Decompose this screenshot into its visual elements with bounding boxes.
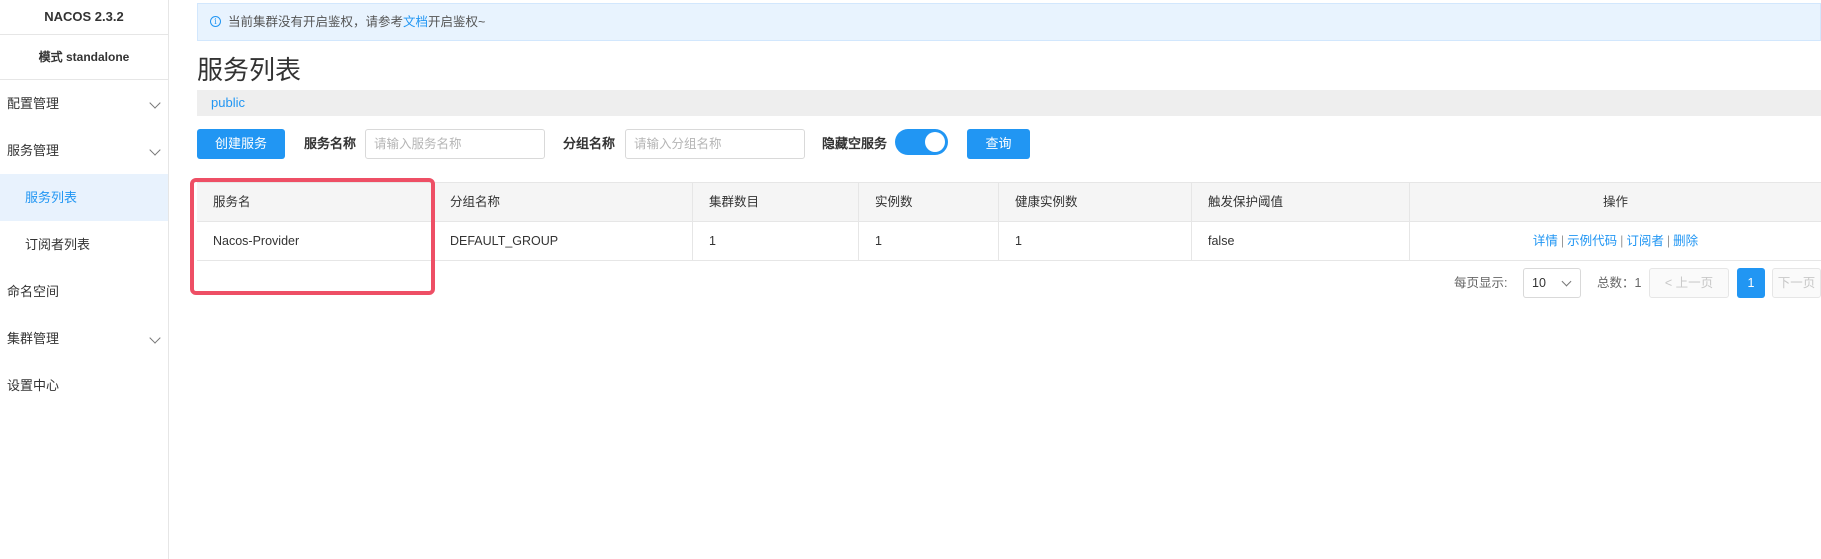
header-instance-count: 实例数 bbox=[858, 183, 998, 222]
sidebar-item-label: 服务管理 bbox=[7, 143, 60, 158]
create-service-button[interactable]: 创建服务 bbox=[197, 129, 285, 159]
chevron-down-icon bbox=[149, 97, 161, 109]
cell-service-name: Nacos-Provider bbox=[213, 234, 300, 248]
service-table: 服务名 分组名称 集群数目 实例数 健康实例数 触发保护阈值 操作 Nacos-… bbox=[197, 182, 1821, 261]
main-content: i 当前集群没有开启鉴权，请参考文档开启鉴权~ 服务列表 public 创建服务 … bbox=[190, 0, 1821, 559]
chevron-down-icon bbox=[1561, 276, 1572, 287]
sidebar-item-label: 配置管理 bbox=[7, 96, 60, 111]
cell-healthy-count: 1 bbox=[998, 222, 1191, 261]
page-1-button[interactable]: 1 bbox=[1737, 268, 1765, 298]
action-separator: | bbox=[1620, 234, 1624, 248]
search-toolbar: 创建服务 服务名称 分组名称 隐藏空服务 查询 bbox=[197, 129, 1197, 159]
hide-empty-label: 隐藏空服务 bbox=[822, 136, 888, 151]
sample-code-link[interactable]: 示例代码 bbox=[1567, 234, 1617, 248]
sidebar-item-service-list[interactable]: 服务列表 bbox=[0, 174, 168, 221]
header-cluster-count: 集群数目 bbox=[692, 183, 858, 222]
service-name-input[interactable] bbox=[365, 129, 545, 159]
sidebar-item-settings[interactable]: 设置中心 bbox=[0, 362, 168, 409]
prev-page-button[interactable]: < 上一页 bbox=[1649, 268, 1729, 298]
next-page-button[interactable]: 下一页 bbox=[1772, 268, 1821, 298]
cell-group-name: DEFAULT_GROUP bbox=[433, 222, 692, 261]
cell-actions: 详情 | 示例代码 | 订阅者 | 删除 bbox=[1409, 222, 1821, 261]
auth-notice: i 当前集群没有开启鉴权，请参考文档开启鉴权~ bbox=[197, 3, 1821, 41]
header-healthy-count: 健康实例数 bbox=[998, 183, 1191, 222]
header-group-name: 分组名称 bbox=[433, 183, 692, 222]
sidebar-item-cluster-management[interactable]: 集群管理 bbox=[0, 315, 168, 362]
sidebar-item-label: 集群管理 bbox=[7, 331, 60, 346]
total-count: 总数：1 bbox=[1597, 276, 1642, 290]
cell-cluster-count: 1 bbox=[692, 222, 858, 261]
sidebar-item-namespace[interactable]: 命名空间 bbox=[0, 268, 168, 315]
delete-link[interactable]: 删除 bbox=[1673, 234, 1698, 248]
chevron-down-icon bbox=[149, 332, 161, 344]
cell-protect-threshold: false bbox=[1191, 222, 1409, 261]
page-title: 服务列表 bbox=[197, 55, 302, 85]
group-name-input[interactable] bbox=[625, 129, 805, 159]
docs-link[interactable]: 文档 bbox=[403, 15, 428, 29]
sidebar-item-subscriber-list[interactable]: 订阅者列表 bbox=[0, 221, 168, 268]
table-row: Nacos-Provider DEFAULT_GROUP 1 1 1 false… bbox=[197, 222, 1821, 261]
per-page-label: 每页显示: bbox=[1454, 276, 1508, 290]
namespace-public[interactable]: public bbox=[211, 95, 245, 110]
info-icon: i bbox=[210, 16, 221, 28]
header-protect-threshold: 触发保护阈值 bbox=[1191, 183, 1409, 222]
sidebar: NACOS 2.3.2 模式 standalone 配置管理 服务管理 服务列表… bbox=[0, 0, 169, 559]
sidebar-item-label: 订阅者列表 bbox=[25, 237, 91, 252]
header-service-name: 服务名 bbox=[213, 195, 251, 209]
sidebar-item-service-management[interactable]: 服务管理 bbox=[0, 127, 168, 174]
namespace-bar: public bbox=[197, 90, 1821, 116]
action-separator: | bbox=[1666, 234, 1671, 248]
sidebar-item-label: 命名空间 bbox=[7, 284, 60, 299]
per-page-select[interactable]: 10 bbox=[1523, 268, 1581, 298]
header-actions: 操作 bbox=[1409, 183, 1821, 222]
query-button[interactable]: 查询 bbox=[967, 129, 1030, 159]
mode-label: 模式 standalone bbox=[0, 35, 168, 80]
hide-empty-toggle[interactable] bbox=[895, 129, 948, 155]
toggle-knob bbox=[925, 132, 945, 152]
group-name-label: 分组名称 bbox=[563, 136, 616, 151]
chevron-down-icon bbox=[149, 144, 161, 156]
per-page-value: 10 bbox=[1532, 276, 1546, 290]
cell-instance-count: 1 bbox=[858, 222, 998, 261]
app-title: NACOS 2.3.2 bbox=[0, 0, 168, 35]
action-separator: | bbox=[1560, 234, 1565, 248]
pagination: 每页显示: 10 总数：1 < 上一页 1 下一页 bbox=[197, 268, 1821, 298]
subscribers-link[interactable]: 订阅者 bbox=[1626, 234, 1664, 248]
table-header-row: 服务名 分组名称 集群数目 实例数 健康实例数 触发保护阈值 操作 bbox=[197, 183, 1821, 222]
notice-text: 当前集群没有开启鉴权，请参考 bbox=[228, 15, 404, 29]
sidebar-item-label: 服务列表 bbox=[25, 190, 78, 205]
sidebar-item-label: 设置中心 bbox=[7, 378, 60, 393]
notice-text-end: 开启鉴权~ bbox=[428, 15, 486, 29]
sidebar-item-config-management[interactable]: 配置管理 bbox=[0, 80, 168, 127]
details-link[interactable]: 详情 bbox=[1533, 234, 1558, 248]
service-name-label: 服务名称 bbox=[304, 136, 357, 151]
